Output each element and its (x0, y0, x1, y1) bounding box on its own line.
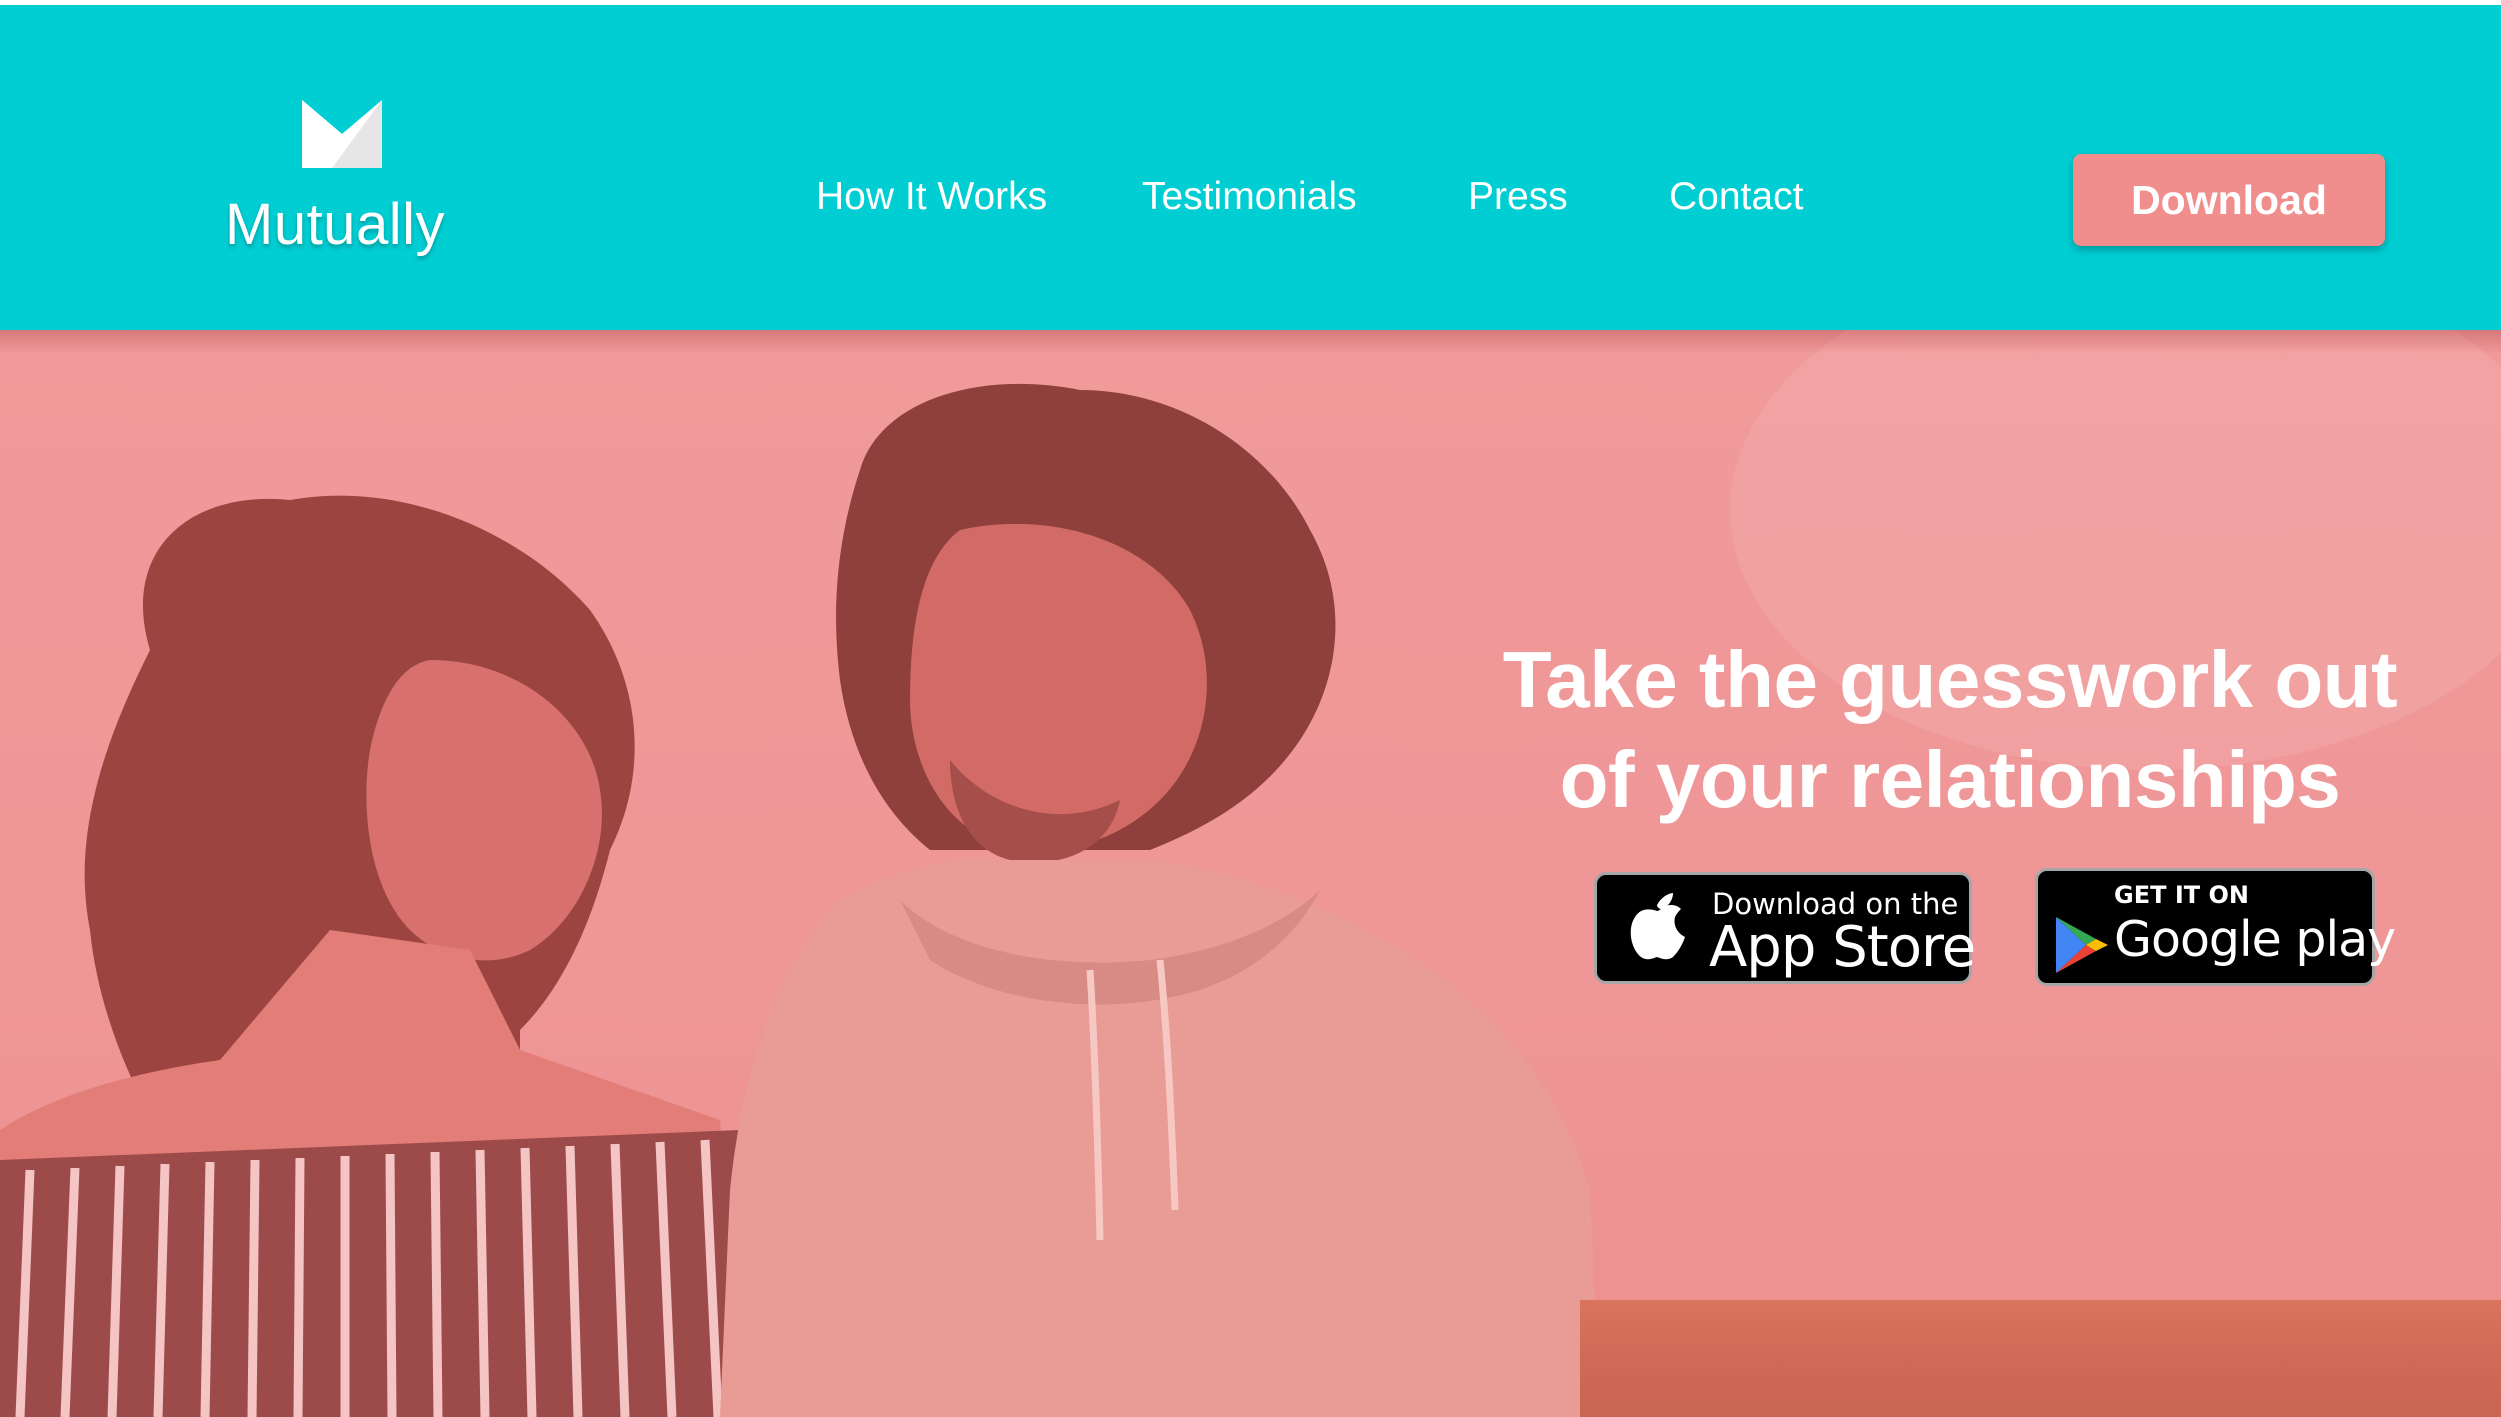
nav-press[interactable]: Press (1468, 175, 1568, 219)
google-play-badge[interactable]: GET IT ON Google play (2035, 868, 2396, 986)
site-header: Mutually How It Works Testimonials Press… (0, 5, 2501, 330)
nav-how-it-works[interactable]: How It Works (816, 175, 1047, 219)
google-play-large-text: Google play (2114, 911, 2396, 968)
hero-section: Take the guesswork out of your relations… (0, 330, 2501, 1417)
header-shadow (0, 330, 2501, 354)
app-store-large-text: App Store (1709, 915, 1976, 980)
download-button[interactable]: Download (2073, 154, 2385, 246)
hero-headline: Take the guesswork out of your relations… (1440, 630, 2460, 830)
play-triangle-icon (2056, 917, 2108, 973)
apple-icon (1630, 893, 1685, 960)
google-play-small-text: GET IT ON (2114, 881, 2249, 909)
headline-line-2: of your relationships (1559, 735, 2341, 824)
landing-page: Mutually How It Works Testimonials Press… (0, 0, 2501, 1417)
brand-logo[interactable]: Mutually (225, 95, 465, 265)
headline-line-1: Take the guesswork out (1502, 635, 2398, 724)
brand-name: Mutually (225, 192, 445, 257)
envelope-m-logo-icon (302, 100, 382, 168)
bench-surface (1580, 1300, 2501, 1417)
nav-testimonials[interactable]: Testimonials (1142, 175, 1357, 219)
nav-contact[interactable]: Contact (1669, 175, 1803, 219)
app-store-badge[interactable]: Download on the App Store (1594, 872, 1976, 984)
